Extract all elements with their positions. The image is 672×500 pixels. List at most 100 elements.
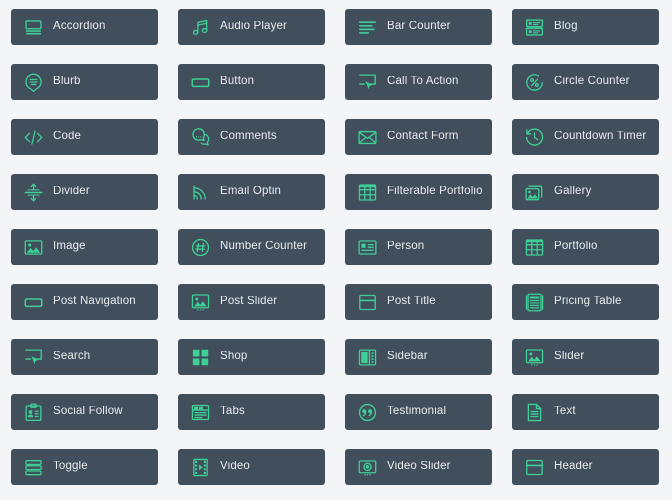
id-card-icon [356,236,378,258]
module-tile-filterable-portfolio[interactable]: Filterable Portfolio [345,174,492,210]
pricing-columns-icon [523,291,545,313]
circle-percent-icon [523,71,545,93]
rounded-rect-icon [189,71,211,93]
video-camera-icon [356,456,378,478]
module-tile-video[interactable]: Video [178,449,325,485]
module-tile-audio-player[interactable]: Audio Player [178,9,325,45]
rss-signal-icon [189,181,211,203]
module-tile-shop[interactable]: Shop [178,339,325,375]
accordion-icon [22,16,44,38]
module-tile-post-title[interactable]: Post Title [345,284,492,320]
module-tile-tabs[interactable]: Tabs [178,394,325,430]
module-tile-label: Toggle [53,461,88,473]
module-tile-countdown-timer[interactable]: Countdown Timer [512,119,659,155]
module-tile-circle-counter[interactable]: Circle Counter [512,64,659,100]
module-tile-label: Number Counter [220,241,308,253]
module-tile-label: Blog [554,21,578,33]
module-tile-label: Sidebar [387,351,428,363]
module-tile-header[interactable]: Header [512,449,659,485]
grid-table-icon [356,181,378,203]
module-tile-label: Shop [220,351,248,363]
module-tile-label: Post Navigation [53,296,136,308]
comment-bubbles-icon [189,126,211,148]
sidebar-panel-icon [356,346,378,368]
module-tile-label: Accordion [53,21,106,33]
module-tile-label: Search [53,351,91,363]
module-tile-call-to-action[interactable]: Call To Action [345,64,492,100]
module-tile-label: Video [220,461,250,473]
module-grid: Accordion Audio Player Bar Counter Blog Blur… [0,0,672,485]
module-tile-email-optin[interactable]: Email Optin [178,174,325,210]
module-tile-label: Code [53,131,82,143]
module-tile-label: Person [387,241,425,253]
window-title-icon [523,456,545,478]
module-tile-label: Post Title [387,296,436,308]
module-tile-post-navigation[interactable]: Post Navigation [11,284,158,320]
module-tile-label: Pricing Table [554,296,622,308]
tabs-window-icon [189,401,211,423]
module-tile-label: Filterable Portfolio [387,186,483,198]
module-tile-label: Audio Player [220,21,288,33]
stacked-photos-icon [523,181,545,203]
module-tile-label: Button [220,76,255,88]
module-tile-divider[interactable]: Divider [11,174,158,210]
module-tile-button[interactable]: Button [178,64,325,100]
module-tile-label: Divider [53,186,90,198]
envelope-icon [356,126,378,148]
module-tile-social-follow[interactable]: Social Follow [11,394,158,430]
module-tile-image[interactable]: Image [11,229,158,265]
music-note-icon [189,16,211,38]
photo-slider-icon [189,291,211,313]
window-title-icon [356,291,378,313]
circle-quote-icon [356,401,378,423]
module-tile-label: Gallery [554,186,592,198]
photo-slider-icon [523,346,545,368]
module-tile-person[interactable]: Person [345,229,492,265]
module-tile-gallery[interactable]: Gallery [512,174,659,210]
module-tile-accordion[interactable]: Accordion [11,9,158,45]
module-tile-comments[interactable]: Comments [178,119,325,155]
module-tile-label: Text [554,406,576,418]
circle-hash-icon [189,236,211,258]
module-tile-label: Circle Counter [554,76,630,88]
module-tile-portfolio[interactable]: Portfolio [512,229,659,265]
module-tile-search[interactable]: Search [11,339,158,375]
module-tile-label: Portfolio [554,241,598,253]
module-tile-label: Countdown Timer [554,131,647,143]
document-lines-icon [523,401,545,423]
module-tile-label: Comments [220,131,277,143]
grid-table-icon [523,236,545,258]
module-tile-blog[interactable]: Blog [512,9,659,45]
module-tile-blurb[interactable]: Blurb [11,64,158,100]
module-tile-bar-counter[interactable]: Bar Counter [345,9,492,45]
module-tile-video-slider[interactable]: Video Slider [345,449,492,485]
module-tile-label: Header [554,461,593,473]
blog-list-icon [523,16,545,38]
module-tile-slider[interactable]: Slider [512,339,659,375]
module-tile-label: Video Slider [387,461,451,473]
module-tile-post-slider[interactable]: Post Slider [178,284,325,320]
module-tile-label: Tabs [220,406,245,418]
rounded-rect-icon [22,291,44,313]
module-tile-testimonial[interactable]: Testimonial [345,394,492,430]
module-tile-contact-form[interactable]: Contact Form [345,119,492,155]
divider-arrows-icon [22,181,44,203]
module-tile-label: Contact Form [387,131,459,143]
module-tile-number-counter[interactable]: Number Counter [178,229,325,265]
stacked-bars-icon [22,456,44,478]
module-tile-label: Image [53,241,86,253]
module-tile-label: Post Slider [220,296,278,308]
module-tile-label: Call To Action [387,76,459,88]
module-tile-sidebar[interactable]: Sidebar [345,339,492,375]
four-squares-icon [189,346,211,368]
module-tile-pricing-table[interactable]: Pricing Table [512,284,659,320]
clock-rewind-icon [523,126,545,148]
module-tile-code[interactable]: Code [11,119,158,155]
module-tile-text[interactable]: Text [512,394,659,430]
module-tile-label: Testimonial [387,406,447,418]
code-brackets-icon [22,126,44,148]
film-play-icon [189,456,211,478]
module-tile-toggle[interactable]: Toggle [11,449,158,485]
photo-icon [22,236,44,258]
module-tile-label: Blurb [53,76,81,88]
